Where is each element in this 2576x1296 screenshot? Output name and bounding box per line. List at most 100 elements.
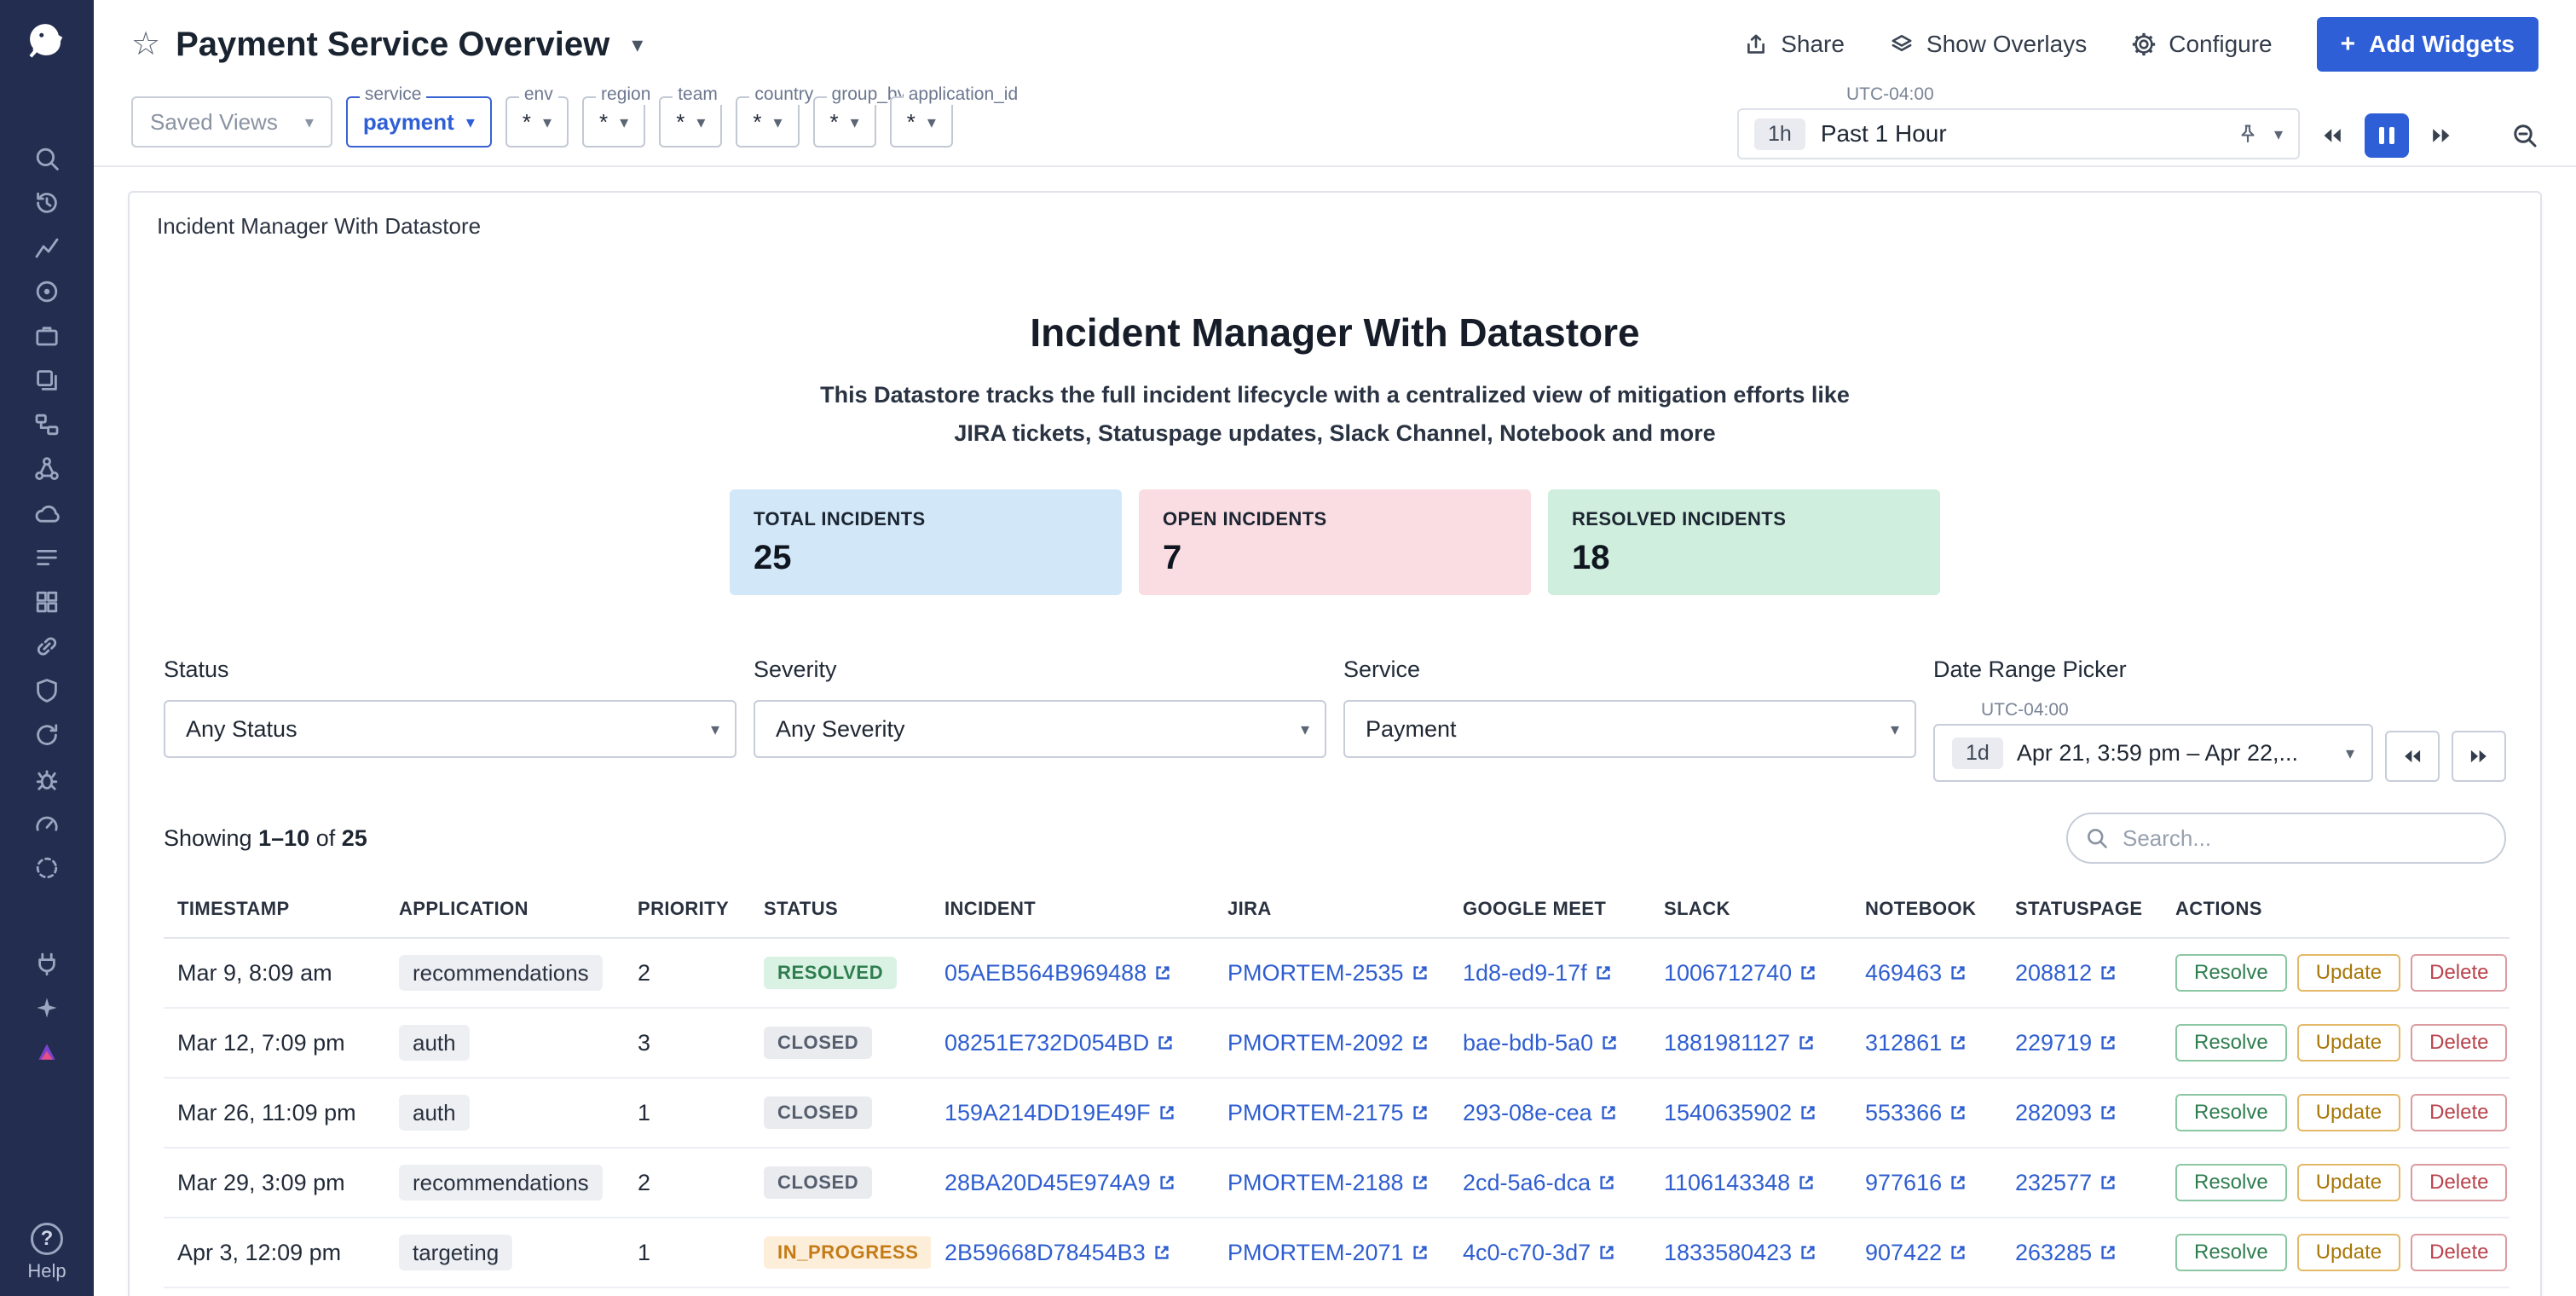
sidebar-item-ci[interactable] xyxy=(0,801,94,846)
sidebar-item-search[interactable] xyxy=(0,136,94,181)
stat-label: TOTAL INCIDENTS xyxy=(754,508,1098,530)
date-forward-button[interactable] xyxy=(2452,731,2506,782)
slack-link[interactable]: 1106143348 xyxy=(1664,1170,1816,1196)
sidebar-item-layers[interactable] xyxy=(0,358,94,402)
sidebar-item-history[interactable] xyxy=(0,181,94,225)
slack-link[interactable]: 1540635902 xyxy=(1664,1100,1817,1126)
filter-pill-country[interactable]: country * ▾ xyxy=(736,96,799,148)
col-status: STATUS xyxy=(750,877,931,938)
notebook-link[interactable]: 907422 xyxy=(1865,1240,1967,1266)
sidebar-item-link[interactable] xyxy=(0,624,94,668)
priority-cell: 3 xyxy=(624,1008,750,1078)
jira-link[interactable]: PMORTEM-2071 xyxy=(1227,1240,1430,1266)
statuspage-link[interactable]: 229719 xyxy=(2015,1030,2117,1056)
slack-link[interactable]: 1006712740 xyxy=(1664,960,1817,986)
jira-link[interactable]: PMORTEM-2092 xyxy=(1227,1030,1430,1056)
sidebar-item-apm[interactable] xyxy=(0,269,94,314)
google-meet-link[interactable]: bae-bdb-5a0 xyxy=(1463,1030,1619,1056)
sidebar-item-logs[interactable] xyxy=(0,535,94,580)
resolve-button[interactable]: Resolve xyxy=(2175,1164,2287,1201)
zoom-out-button[interactable] xyxy=(2511,112,2538,159)
time-backward-button[interactable] xyxy=(2310,112,2354,159)
delete-button[interactable]: Delete xyxy=(2411,1094,2507,1131)
slack-link[interactable]: 1881981127 xyxy=(1664,1030,1816,1056)
sidebar-item-pipelines[interactable] xyxy=(0,402,94,447)
star-icon[interactable]: ☆ xyxy=(131,28,160,61)
configure-button[interactable]: Configure xyxy=(2131,31,2272,58)
sidebar-item-cloud[interactable] xyxy=(0,491,94,535)
notebook-link[interactable]: 469463 xyxy=(1865,960,1967,986)
update-button[interactable]: Update xyxy=(2297,954,2400,992)
severity-select[interactable]: Any Severity ▾ xyxy=(754,700,1326,758)
notebook-link[interactable]: 553366 xyxy=(1865,1100,1967,1126)
incident-link[interactable]: 28BA20D45E974A9 xyxy=(944,1170,1176,1196)
google-meet-link[interactable]: 4c0-c70-3d7 xyxy=(1463,1240,1616,1266)
timestamp-cell: Mar 26, 11:09 pm xyxy=(164,1078,385,1148)
sidebar-item-infrastructure[interactable] xyxy=(0,314,94,358)
time-forward-button[interactable] xyxy=(2419,112,2463,159)
filter-pill-team[interactable]: team * ▾ xyxy=(659,96,722,148)
status-select[interactable]: Any Status ▾ xyxy=(164,700,736,758)
resolve-button[interactable]: Resolve xyxy=(2175,1234,2287,1271)
sidebar-item-help[interactable]: ? Help xyxy=(27,1223,66,1282)
resolve-button[interactable]: Resolve xyxy=(2175,1024,2287,1062)
sidebar-item-service-map[interactable] xyxy=(0,447,94,491)
statuspage-link[interactable]: 232577 xyxy=(2015,1170,2117,1196)
header-actions: Share Show Overlays xyxy=(1743,17,2538,72)
update-button[interactable]: Update xyxy=(2297,1024,2400,1062)
resolve-button[interactable]: Resolve xyxy=(2175,954,2287,992)
incident-link[interactable]: 159A214DD19E49F xyxy=(944,1100,1176,1126)
sidebar-item-dashed-circle[interactable] xyxy=(0,846,94,890)
sidebar-item-bits-ai[interactable] xyxy=(0,1030,94,1074)
search-input[interactable] xyxy=(2066,813,2506,864)
resolve-button[interactable]: Resolve xyxy=(2175,1094,2287,1131)
share-button[interactable]: Share xyxy=(1743,31,1845,58)
filter-value: * xyxy=(523,109,531,136)
google-meet-link[interactable]: 293-08e-cea xyxy=(1463,1100,1618,1126)
sidebar-item-sparkle[interactable] xyxy=(0,986,94,1030)
statuspage-link[interactable]: 282093 xyxy=(2015,1100,2117,1126)
incident-link[interactable]: 08251E732D054BD xyxy=(944,1030,1175,1056)
filter-pill-region[interactable]: region * ▾ xyxy=(582,96,645,148)
sidebar-item-sync[interactable] xyxy=(0,713,94,757)
update-button[interactable]: Update xyxy=(2297,1094,2400,1131)
delete-button[interactable]: Delete xyxy=(2411,1234,2507,1271)
jira-link[interactable]: PMORTEM-2535 xyxy=(1227,960,1430,986)
delete-button[interactable]: Delete xyxy=(2411,1024,2507,1062)
service-select[interactable]: Payment ▾ xyxy=(1343,700,1916,758)
notebook-link[interactable]: 312861 xyxy=(1865,1030,1967,1056)
pause-button[interactable] xyxy=(2365,113,2409,158)
sidebar-item-integrations[interactable] xyxy=(0,941,94,986)
filter-pill-env[interactable]: env * ▾ xyxy=(505,96,569,148)
jira-link[interactable]: PMORTEM-2175 xyxy=(1227,1100,1430,1126)
update-button[interactable]: Update xyxy=(2297,1234,2400,1271)
jira-link[interactable]: PMORTEM-2188 xyxy=(1227,1170,1430,1196)
google-meet-link[interactable]: 2cd-5a6-dca xyxy=(1463,1170,1616,1196)
slack-link[interactable]: 1833580423 xyxy=(1664,1240,1817,1266)
add-widgets-button[interactable]: + Add Widgets xyxy=(2317,17,2538,72)
google-meet-link[interactable]: 1d8-ed9-17f xyxy=(1463,960,1613,986)
chevron-down-icon: ▾ xyxy=(543,112,552,133)
delete-button[interactable]: Delete xyxy=(2411,1164,2507,1201)
filter-pill-group-by[interactable]: group_by * ▾ xyxy=(813,96,876,148)
delete-button[interactable]: Delete xyxy=(2411,954,2507,992)
datadog-logo-icon[interactable] xyxy=(18,14,76,72)
statuspage-link[interactable]: 208812 xyxy=(2015,960,2117,986)
statuspage-link[interactable]: 263285 xyxy=(2015,1240,2117,1266)
chevron-down-icon[interactable]: ▾ xyxy=(632,32,643,58)
sidebar-item-apps[interactable] xyxy=(0,580,94,624)
incident-link[interactable]: 05AEB564B969488 xyxy=(944,960,1172,986)
date-range-select[interactable]: 1d Apr 21, 3:59 pm – Apr 22,... ▾ xyxy=(1933,724,2373,782)
filter-pill-application-id[interactable]: application_id * ▾ xyxy=(890,96,953,148)
notebook-link[interactable]: 977616 xyxy=(1865,1170,1967,1196)
sidebar-item-security[interactable] xyxy=(0,668,94,713)
update-button[interactable]: Update xyxy=(2297,1164,2400,1201)
saved-views-button[interactable]: Saved Views ▾ xyxy=(131,96,332,148)
date-backward-button[interactable] xyxy=(2385,731,2440,782)
show-overlays-button[interactable]: Show Overlays xyxy=(1889,31,2087,58)
filter-pill-service[interactable]: service payment ▾ xyxy=(346,96,492,148)
incident-link[interactable]: 2B59668D78454B3 xyxy=(944,1240,1171,1266)
sidebar-item-watchdog[interactable] xyxy=(0,757,94,801)
time-range-dropdown[interactable]: 1h Past 1 Hour ▾ xyxy=(1737,108,2300,159)
sidebar-item-metrics[interactable] xyxy=(0,225,94,269)
